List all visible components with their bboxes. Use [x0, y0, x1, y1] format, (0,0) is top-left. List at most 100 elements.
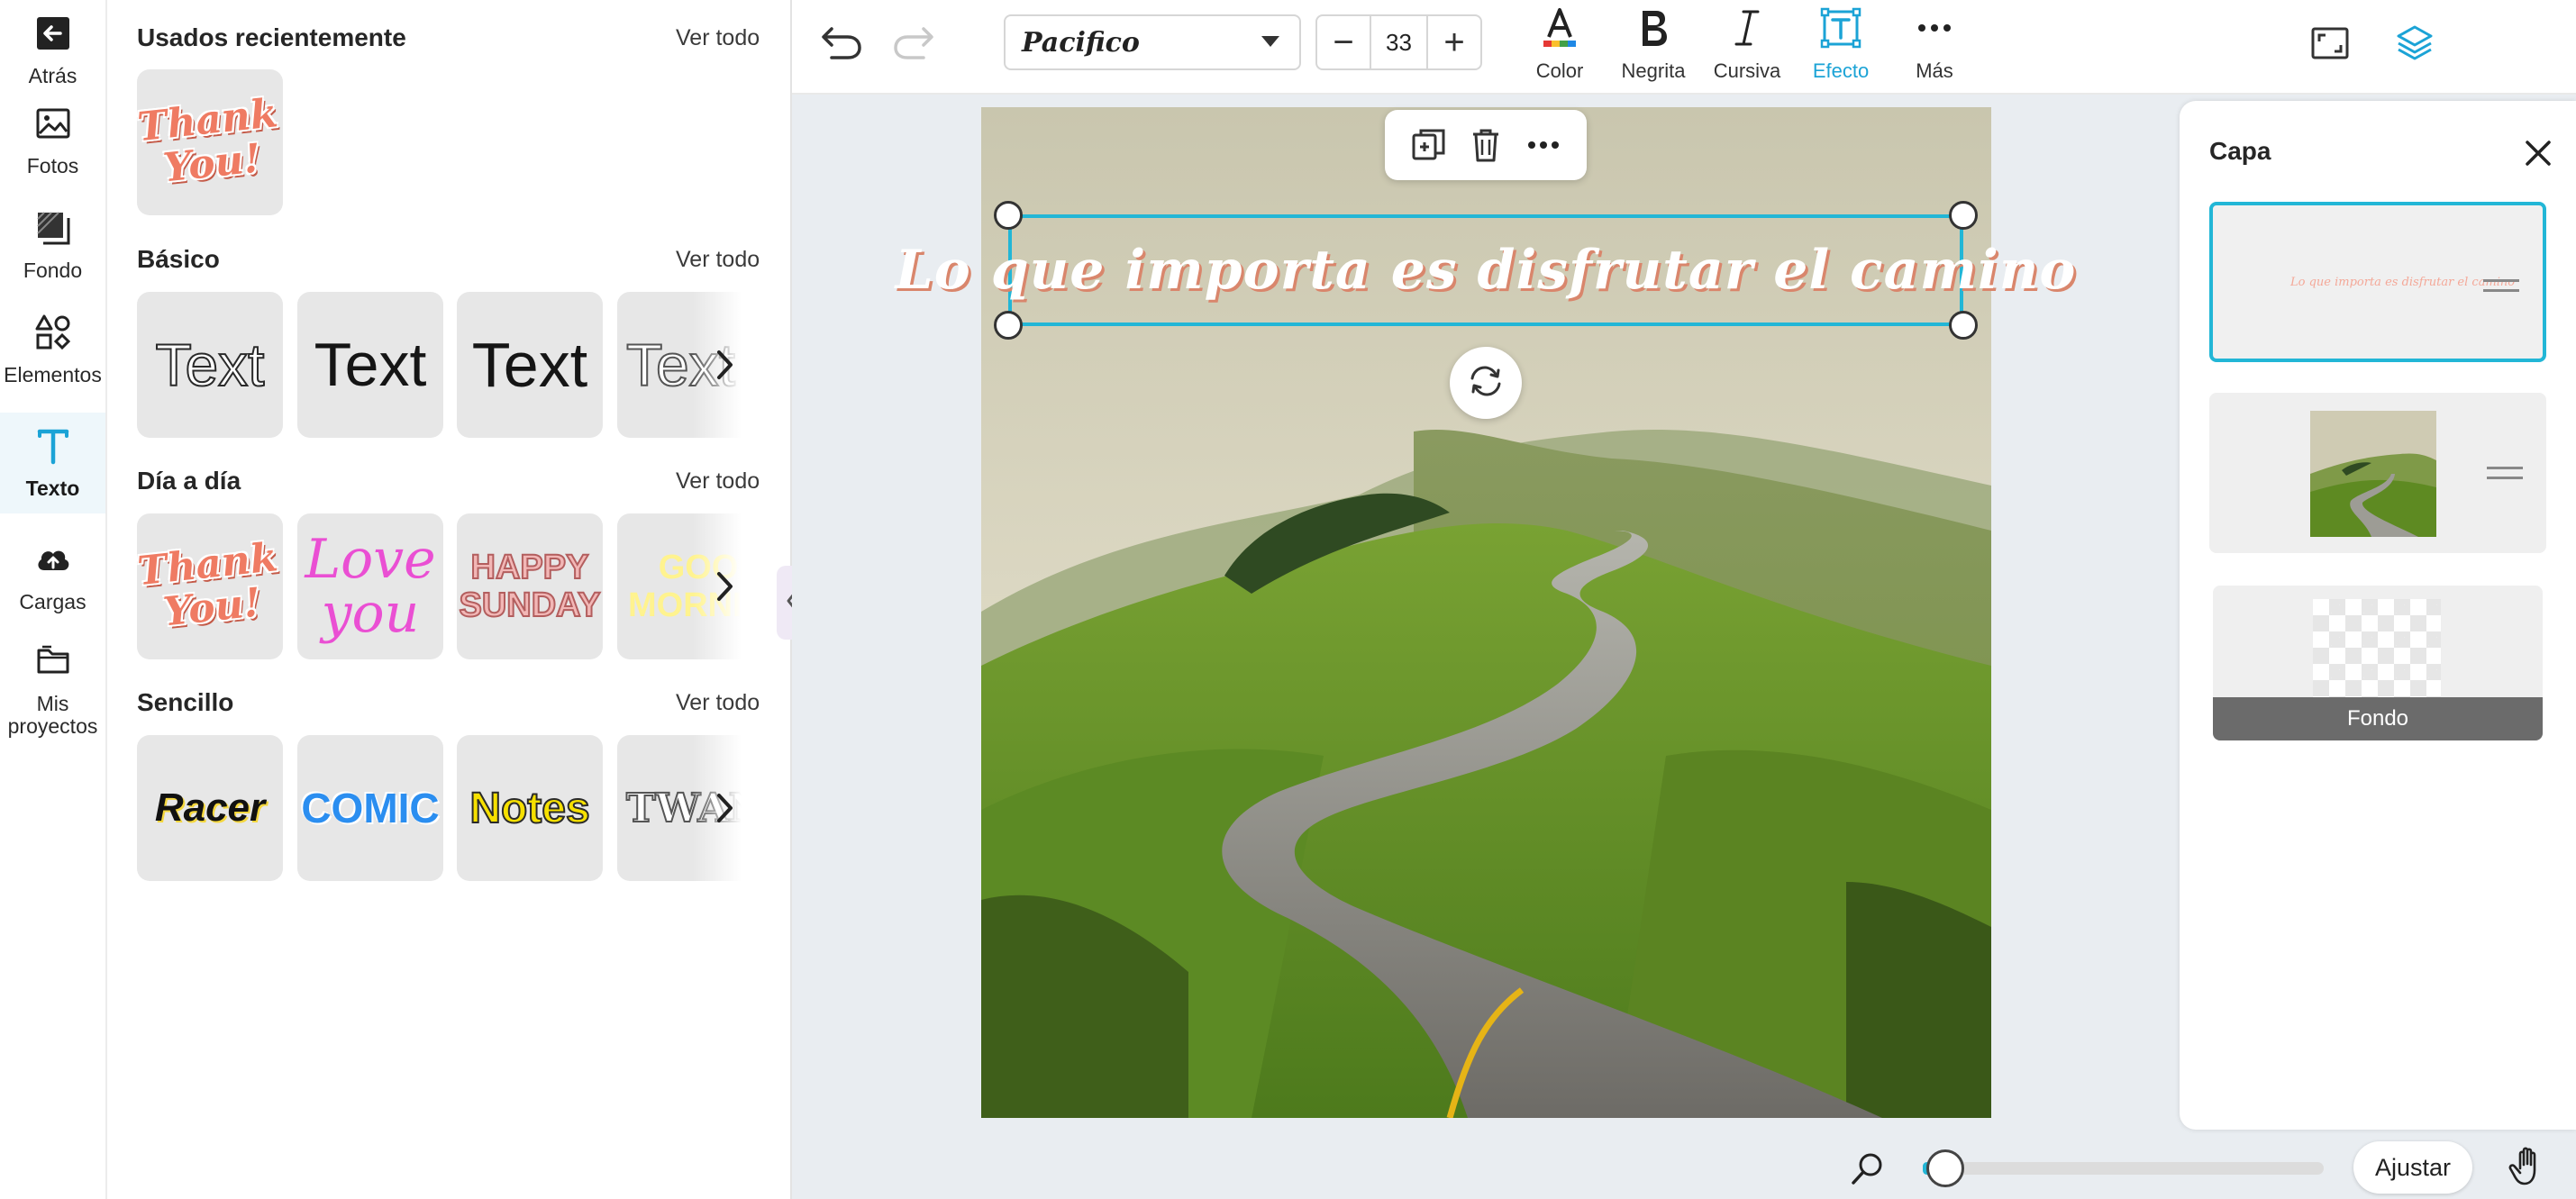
sidebar-item-label: Mis proyectos: [7, 691, 98, 738]
layer-item-image[interactable]: [2209, 393, 2546, 553]
tile-label: Thank You!: [137, 534, 280, 636]
more-icon: [1525, 141, 1562, 168]
effect-icon: [1818, 5, 1863, 50]
sidebar-item-uploads[interactable]: Cargas: [0, 526, 105, 627]
sidebar-item-label: Atrás: [28, 64, 77, 87]
layers-icon: [2394, 25, 2435, 67]
left-sidebar: Atrás Fotos Fondo Elementos Texto Cargas: [0, 0, 107, 1199]
text-style-tile[interactable]: Notes: [457, 735, 603, 881]
see-all-basic-link[interactable]: Ver todo: [676, 247, 760, 273]
shapes-icon: [33, 313, 73, 357]
text-style-tile[interactable]: Thank You!: [137, 69, 283, 215]
resize-handle-top-left[interactable]: [994, 201, 1023, 230]
sidebar-item-text[interactable]: Texto: [0, 413, 105, 513]
font-family-value: Pacifico: [1022, 26, 1140, 59]
text-style-tile[interactable]: Racer: [137, 735, 283, 881]
tool-label: Efecto: [1812, 59, 1870, 82]
text-style-tile[interactable]: Love you: [297, 513, 443, 659]
top-toolbar: Pacifico − 33 + Color Negrita Cursiva Ef…: [792, 0, 2576, 95]
resize-handle-bottom-right[interactable]: [1949, 311, 1978, 340]
more-tool-button[interactable]: Más: [1885, 5, 1984, 86]
delete-button[interactable]: [1467, 126, 1505, 164]
zoom-slider-track[interactable]: [1923, 1162, 2324, 1175]
rotate-icon: [1466, 361, 1506, 405]
layer-label: Fondo: [2213, 697, 2543, 740]
text-style-tile[interactable]: Text: [457, 292, 603, 438]
font-size-value[interactable]: 33: [1370, 16, 1428, 68]
section-title-basic: Básico: [137, 245, 220, 273]
magnifier-icon: [1850, 1153, 1886, 1190]
selected-text-element[interactable]: Lo que importa es disfrutar el camino: [896, 214, 2075, 326]
text-style-tile[interactable]: Text: [137, 292, 283, 438]
layers-panel-title: Capa: [2209, 137, 2271, 165]
resize-handle-bottom-left[interactable]: [994, 311, 1023, 340]
section-title-recent: Usados recientemente: [137, 23, 406, 51]
see-all-recent-link[interactable]: Ver todo: [676, 25, 760, 51]
resize-handle-top-right[interactable]: [1949, 201, 1978, 230]
drag-handle-icon[interactable]: [2483, 279, 2519, 294]
text-style-tile[interactable]: HAPPY SUNDAY: [457, 513, 603, 659]
italic-tool-button[interactable]: Cursiva: [1698, 5, 1797, 86]
layers-panel: Capa Lo que importa es disfrutar el cami…: [2180, 101, 2576, 1130]
sidebar-item-label: Texto: [25, 477, 80, 500]
undo-button[interactable]: [819, 23, 864, 61]
more-options-button[interactable]: [1525, 126, 1562, 164]
tile-label: Text: [471, 330, 588, 400]
drag-handle-icon[interactable]: [2487, 467, 2523, 481]
fullscreen-button[interactable]: [2310, 25, 2350, 61]
redo-button[interactable]: [891, 23, 936, 61]
color-a-icon: [1537, 5, 1582, 50]
duplicate-icon: [1410, 129, 1448, 168]
increase-font-size-button[interactable]: +: [1428, 16, 1480, 68]
sidebar-item-photos[interactable]: Fotos: [0, 90, 105, 191]
zoom-button[interactable]: [1850, 1150, 1886, 1186]
effect-tool-button[interactable]: Efecto: [1791, 5, 1890, 86]
tile-label: COMIC: [301, 785, 440, 831]
scroll-right-daily-button[interactable]: [711, 568, 738, 604]
decrease-font-size-button[interactable]: −: [1317, 16, 1370, 68]
font-size-stepper: − 33 +: [1315, 14, 1482, 70]
background-icon: [33, 208, 73, 252]
tool-label: Color: [1535, 59, 1584, 82]
bold-tool-button[interactable]: Negrita: [1604, 5, 1703, 86]
chevron-right-icon: [711, 350, 738, 386]
hand-icon: [2508, 1147, 2549, 1190]
layers-button[interactable]: [2394, 22, 2435, 63]
sidebar-item-projects[interactable]: Mis proyectos: [0, 631, 105, 748]
pan-tool-button[interactable]: [2508, 1145, 2549, 1186]
duplicate-button[interactable]: [1410, 126, 1448, 164]
tile-label: Love you: [305, 528, 436, 645]
font-family-select[interactable]: Pacifico: [1004, 14, 1301, 70]
zoom-slider-thumb[interactable]: [1925, 1149, 1964, 1187]
close-layers-button[interactable]: [2520, 135, 2556, 171]
layer-item-text[interactable]: Lo que importa es disfrutar el camino: [2209, 202, 2546, 362]
sidebar-item-background[interactable]: Fondo: [0, 195, 105, 295]
color-tool-button[interactable]: Color: [1510, 5, 1609, 86]
text-style-tile[interactable]: Thank You!: [137, 513, 283, 659]
text-style-tile[interactable]: COMIC: [297, 735, 443, 881]
layer-item-background[interactable]: Fondo: [2213, 586, 2543, 740]
see-all-simple-link[interactable]: Ver todo: [676, 690, 760, 716]
image-icon: [33, 104, 73, 148]
italic-icon: [1725, 5, 1770, 50]
sidebar-item-elements[interactable]: Elementos: [0, 299, 105, 400]
fit-to-screen-button[interactable]: Ajustar: [2353, 1141, 2472, 1194]
more-icon: [1912, 5, 1957, 50]
sidebar-item-back[interactable]: Atrás: [0, 0, 105, 101]
rotate-handle[interactable]: [1450, 347, 1522, 419]
tool-label: Más: [1916, 59, 1953, 82]
sidebar-item-label: Fotos: [26, 154, 79, 177]
folder-icon: [33, 641, 73, 686]
scroll-right-simple-button[interactable]: [711, 790, 738, 826]
scroll-right-basic-button[interactable]: [711, 347, 738, 383]
sidebar-item-label: Fondo: [23, 259, 83, 282]
arrow-left-icon: [33, 14, 73, 58]
tile-label: HAPPY SUNDAY: [459, 548, 602, 625]
section-title-daily: Día a día: [137, 467, 241, 495]
see-all-daily-link[interactable]: Ver todo: [676, 468, 760, 495]
chevron-right-icon: [711, 572, 738, 608]
tile-label: Thank You!: [137, 90, 280, 192]
sidebar-item-label: Cargas: [19, 590, 86, 613]
section-title-simple: Sencillo: [137, 688, 234, 716]
text-style-tile[interactable]: Text: [297, 292, 443, 438]
